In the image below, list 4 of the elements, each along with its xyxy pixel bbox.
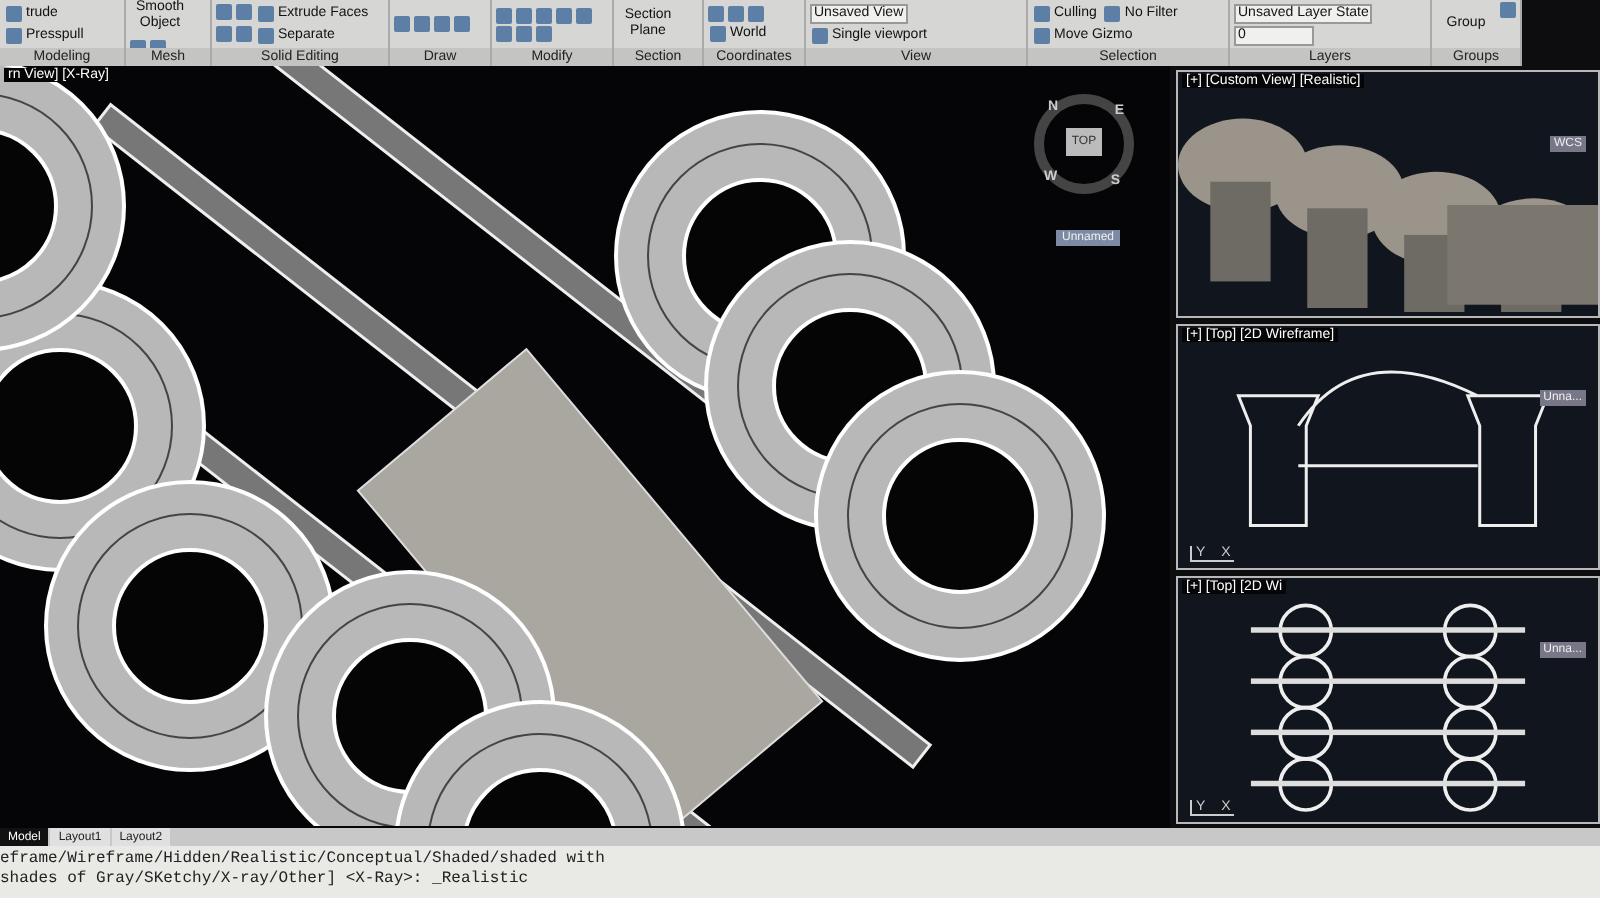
- tool-icon: [812, 27, 828, 43]
- command-line: shades of Gray/SKetchy/X-ray/Other] <X-Ray>: _Realistic: [0, 870, 531, 890]
- tool-icon: [1104, 5, 1121, 21]
- command-line: eframe/Wireframe/Hidden/Realistic/Conceptual/Shaded/shaded with: [0, 850, 607, 870]
